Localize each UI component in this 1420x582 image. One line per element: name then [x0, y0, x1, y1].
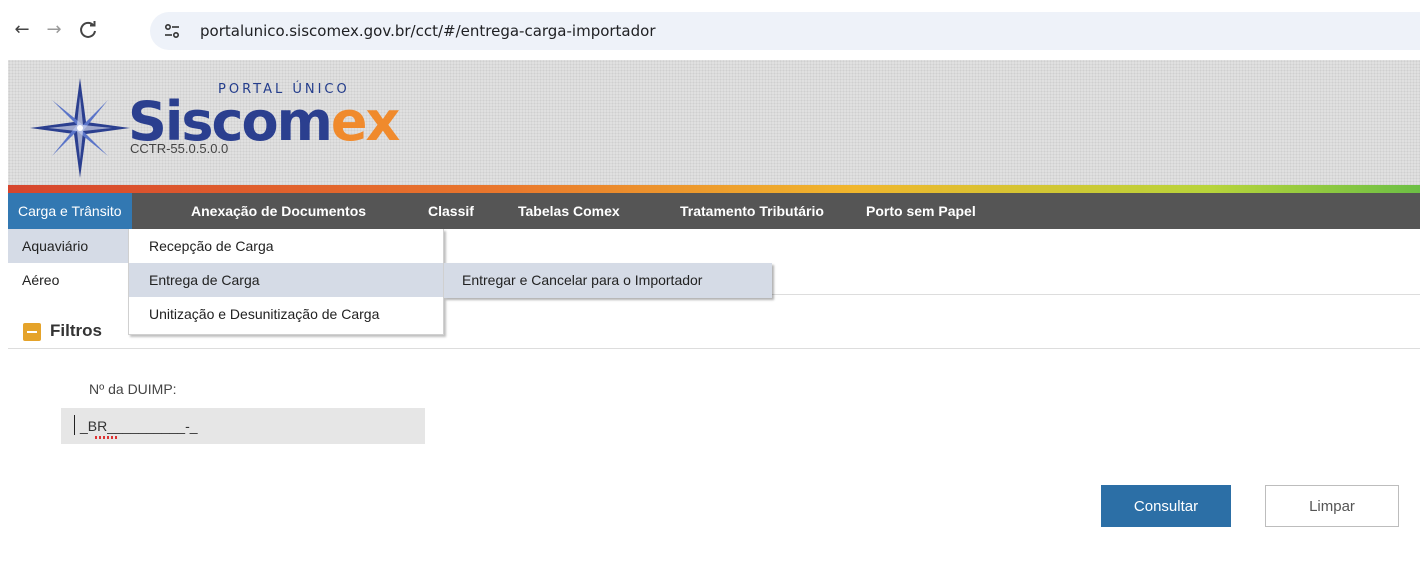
submenu-item-aquaviario[interactable]: Aquaviário — [8, 229, 130, 263]
back-arrow-icon[interactable]: ← — [10, 18, 34, 42]
submenu-item-entregar-cancelar-importador[interactable]: Entregar e Cancelar para o Importador — [444, 263, 772, 298]
reload-icon[interactable] — [76, 18, 100, 42]
submenu-aquaviario: Recepção de Carga Entrega de Carga Uniti… — [128, 229, 444, 335]
menu-classif[interactable]: Classif — [418, 193, 484, 229]
filters-title: Filtros — [50, 321, 102, 340]
menu-carga-e-transito[interactable]: Carga e Trânsito — [8, 193, 132, 229]
duimp-label: Nº da DUIMP: — [89, 381, 177, 397]
text-cursor — [74, 415, 75, 435]
site-info-icon[interactable] — [160, 19, 184, 43]
menu-porto-sem-papel[interactable]: Porto sem Papel — [856, 193, 986, 229]
consultar-button[interactable]: Consultar — [1101, 485, 1231, 527]
header-banner: PORTAL ÚNICO Siscomex CCTR-55.0.5.0.0 — [8, 60, 1420, 185]
forward-arrow-icon[interactable]: → — [42, 18, 66, 42]
url-text: portalunico.siscomex.gov.br/cct/#/entreg… — [200, 22, 656, 40]
menu-anexacao-de-documentos[interactable]: Anexação de Documentos — [181, 193, 376, 229]
submenu-entrega-de-carga: Entregar e Cancelar para o Importador — [444, 263, 772, 298]
header-color-stripe — [8, 185, 1420, 193]
submenu-item-aereo[interactable]: Aéreo — [8, 263, 130, 297]
compass-star-logo-icon — [30, 78, 130, 178]
submenu-item-recepcao-de-carga[interactable]: Recepção de Carga — [129, 229, 443, 263]
submenu-item-entrega-de-carga[interactable]: Entrega de Carga — [129, 263, 443, 297]
submenu-modal: Aquaviário Aéreo — [8, 229, 130, 297]
address-bar[interactable]: portalunico.siscomex.gov.br/cct/#/entreg… — [150, 12, 1420, 50]
menu-tabelas-comex[interactable]: Tabelas Comex — [508, 193, 630, 229]
collapse-minus-icon[interactable] — [23, 323, 41, 341]
menu-tratamento-tributario[interactable]: Tratamento Tributário — [670, 193, 834, 229]
submenu-item-unitizacao[interactable]: Unitização e Desunitização de Carga — [129, 297, 443, 331]
system-version: CCTR-55.0.5.0.0 — [130, 141, 229, 156]
duimp-input-mask: _BR__________-_ — [80, 418, 198, 434]
spellcheck-underline — [95, 436, 119, 439]
limpar-button[interactable]: Limpar — [1265, 485, 1399, 527]
main-menu-bar: Carga e Trânsito Anexação de Documentos … — [8, 193, 1420, 229]
browser-toolbar: ← → portalunico.siscomex.gov.br/cct/#/en… — [0, 0, 1420, 60]
filters-divider — [8, 348, 1420, 349]
